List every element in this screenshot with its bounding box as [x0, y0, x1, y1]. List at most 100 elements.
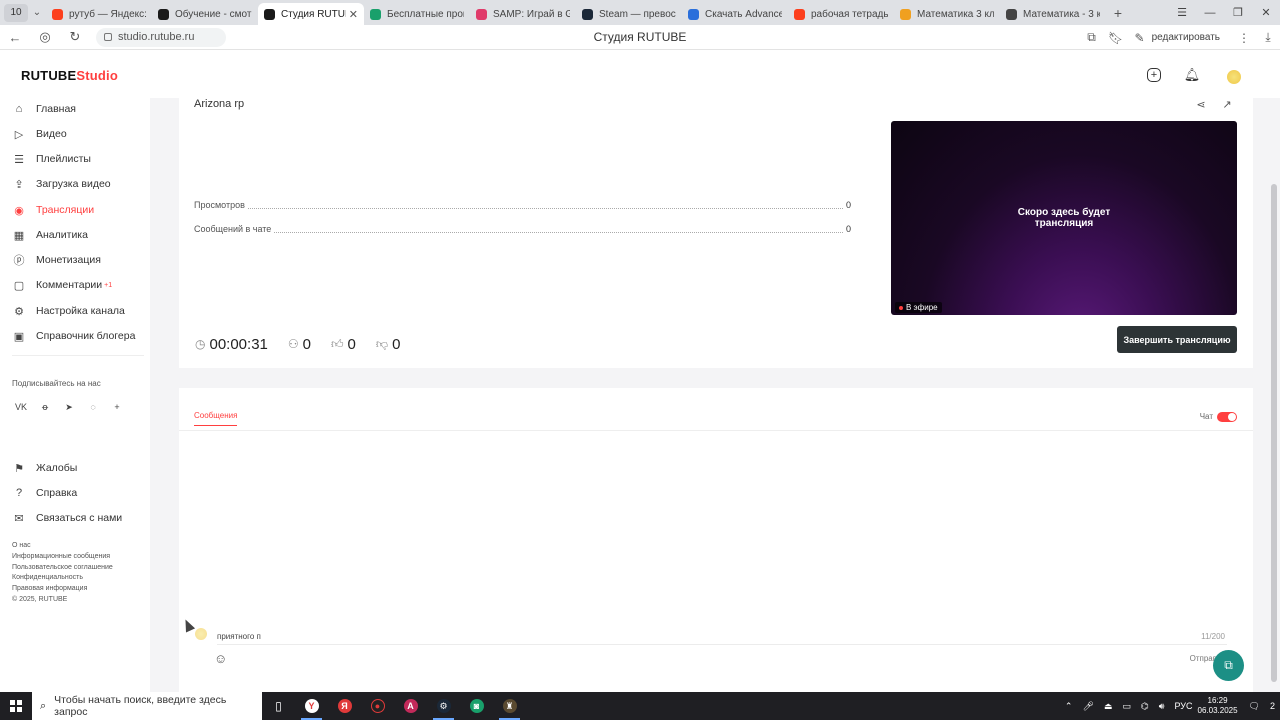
browser-tab[interactable]: Бесплатные прогр — [364, 3, 470, 25]
tab-messages[interactable]: Сообщения — [194, 411, 238, 426]
rutube-studio-logo[interactable]: RUTUBEStudio — [21, 68, 118, 83]
browser-tab[interactable]: Студия RUTUBE✕ — [258, 3, 364, 25]
footer-link[interactable]: Информационные сообщения — [12, 553, 113, 564]
task-view-icon[interactable]: ▯ — [262, 692, 295, 720]
browser-tab[interactable]: Steam — превосхо — [576, 3, 682, 25]
protect-icon[interactable]: ◎ — [30, 29, 60, 45]
back-icon[interactable]: ← — [0, 30, 30, 45]
browser-tab[interactable]: Математика 3 клас — [894, 3, 1000, 25]
browser-tab[interactable]: Математика - 3 кл — [1000, 3, 1106, 25]
messenger-icon[interactable]: ◙ — [460, 692, 493, 720]
sidebar-bottom-item[interactable]: ⚑ Жалобы — [12, 459, 77, 477]
sidebar-item[interactable]: ⓟ Монетизация — [12, 251, 101, 269]
stat-value: 0 — [845, 224, 851, 234]
open-external-icon[interactable]: ↗ — [1217, 98, 1237, 111]
clock[interactable]: 16:29 06.03.2025 — [1198, 696, 1238, 716]
sidebar-item-label: Аналитика — [36, 229, 88, 241]
browser-tab[interactable]: Скачать Advanced — [682, 3, 788, 25]
tab-favicon-icon — [158, 8, 169, 20]
odnoklassniki-icon[interactable]: ꝋ — [38, 400, 52, 414]
usb-icon[interactable]: ⏏ — [1104, 701, 1113, 712]
minimize-icon[interactable]: — — [1196, 7, 1224, 19]
footer-link[interactable]: О нас — [12, 542, 113, 553]
tabs-menu-chevron-icon[interactable]: ⌄ — [28, 7, 46, 18]
viewer-icon: ⚇ — [287, 337, 299, 351]
tab-counter[interactable]: 10 — [4, 3, 28, 22]
sidebar-item[interactable]: ◉ Трансляции — [12, 201, 94, 219]
scroll-thumb[interactable] — [1271, 184, 1277, 682]
sidebar-item[interactable]: ⌂ Главная — [12, 100, 76, 118]
bookmark-icon[interactable]: 🔖︎ — [1104, 31, 1128, 45]
tab-favicon-icon — [688, 8, 699, 20]
sidebar-item-label: Плейлисты — [36, 153, 91, 165]
arizona-launcher-icon[interactable]: A — [394, 692, 427, 720]
footer-link[interactable]: Правовая информация — [12, 585, 113, 596]
close-tab-icon[interactable]: ✕ — [349, 8, 358, 21]
book-icon: ▣ — [13, 330, 25, 343]
messenger-glyph: ◙ — [469, 699, 484, 713]
browser-tab[interactable]: рабочая тетрадь г — [788, 3, 894, 25]
page-scrollbar[interactable] — [1268, 98, 1280, 692]
browser-tab[interactable]: Обучение - смотр — [152, 3, 258, 25]
edit-link[interactable]: редактировать — [1152, 32, 1220, 43]
sidebar-item[interactable]: ▷ Видео — [12, 125, 67, 143]
browser-tab[interactable]: рутуб — Яндекс: н — [46, 3, 152, 25]
download-icon[interactable]: ⤓ — [1256, 30, 1280, 45]
keyboard-language[interactable]: РУС — [1174, 701, 1192, 711]
viber-icon[interactable]: ◌ — [86, 400, 100, 414]
reader-mode-icon[interactable]: ⧉ — [1080, 30, 1104, 45]
lock-icon — [104, 33, 112, 41]
bell-icon[interactable]: 🔔︎ — [1181, 64, 1203, 86]
stat-views: Просмотров 0 — [194, 199, 851, 211]
start-button[interactable] — [0, 692, 32, 720]
telegram-icon[interactable]: ➤ — [62, 400, 76, 414]
url-field[interactable]: studio.rutube.ru — [96, 27, 226, 47]
game-icon[interactable]: ♜ — [493, 692, 526, 720]
taskbar-search[interactable]: ⌕ Чтобы начать поиск, введите здесь запр… — [32, 692, 262, 720]
preview-line-2: трансляция — [1034, 218, 1094, 229]
sidebar-item[interactable]: ▢ Комментарии +1 — [12, 276, 112, 294]
more-icon[interactable]: ⋮ — [1232, 31, 1256, 45]
more-socials-icon[interactable]: + — [110, 400, 124, 414]
close-window-icon[interactable]: ✕ — [1252, 6, 1280, 19]
metric-dislikes: 👎︎ 0 — [376, 336, 401, 353]
notifications-icon[interactable]: 🗨︎ — [1249, 701, 1260, 712]
sidebar-item[interactable]: ▦ Аналитика — [12, 226, 88, 244]
sidebar-item-label: Комментарии — [36, 279, 103, 291]
sidebar-item-label: Связаться с нами — [36, 512, 123, 524]
recorder-icon[interactable]: ● — [361, 692, 394, 720]
reload-icon[interactable]: ↻ — [60, 29, 90, 45]
avatar[interactable] — [1223, 64, 1245, 86]
tray-chevron-icon[interactable]: ⌃ — [1065, 701, 1073, 712]
downloads-icon[interactable]: ☰ — [1168, 6, 1196, 19]
share-icon[interactable]: ⋖ — [1191, 98, 1211, 111]
restore-icon[interactable]: ❐ — [1224, 6, 1252, 19]
steam-icon[interactable]: ⚙ — [427, 692, 460, 720]
yandex-icon[interactable]: Я — [328, 692, 361, 720]
sidebar-bottom-item[interactable]: ? Справка — [12, 484, 77, 502]
new-tab-button[interactable]: + — [1106, 5, 1130, 21]
footer-link[interactable]: Конфиденциальность — [12, 574, 113, 585]
vk-icon[interactable]: VK — [14, 400, 28, 414]
volume-icon[interactable]: 🔊︎ — [1159, 701, 1165, 712]
chat-toggle[interactable] — [1217, 412, 1237, 422]
microphone-icon[interactable]: 🎤︎ — [1082, 701, 1093, 712]
stream-preview[interactable]: Скоро здесь будет трансляция В эфире — [891, 121, 1237, 315]
message-input[interactable] — [217, 628, 1227, 645]
edit-icon[interactable]: ✎ — [1128, 31, 1152, 45]
address-bar-actions: ⧉ 🔖︎ ✎ редактировать ⋮ ⤓ — [1080, 25, 1280, 50]
battery-icon[interactable]: ▭ — [1122, 701, 1131, 712]
yandex-browser-icon[interactable]: Y — [295, 692, 328, 720]
emoji-icon[interactable]: ☺ — [214, 652, 228, 666]
sidebar-item[interactable]: ⚙ Настройка канала — [12, 302, 125, 320]
sidebar-item[interactable]: ☰ Плейлисты — [12, 150, 91, 168]
footer-link[interactable]: Пользовательское соглашение — [12, 564, 113, 575]
sidebar-bottom-item[interactable]: ✉ Связаться с нами — [12, 509, 122, 527]
browser-tab[interactable]: SAMP: Играй в GT — [470, 3, 576, 25]
network-icon[interactable]: ⌬ — [1141, 701, 1149, 712]
support-chat-icon[interactable]: ⧉ — [1213, 650, 1244, 681]
end-stream-button[interactable]: Завершить трансляцию — [1117, 326, 1237, 353]
sidebar-item[interactable]: ▣ Справочник блогера — [12, 327, 136, 345]
sidebar-item[interactable]: ⇪ Загрузка видео — [12, 175, 110, 193]
add-content-icon[interactable]: + — [1147, 68, 1161, 82]
